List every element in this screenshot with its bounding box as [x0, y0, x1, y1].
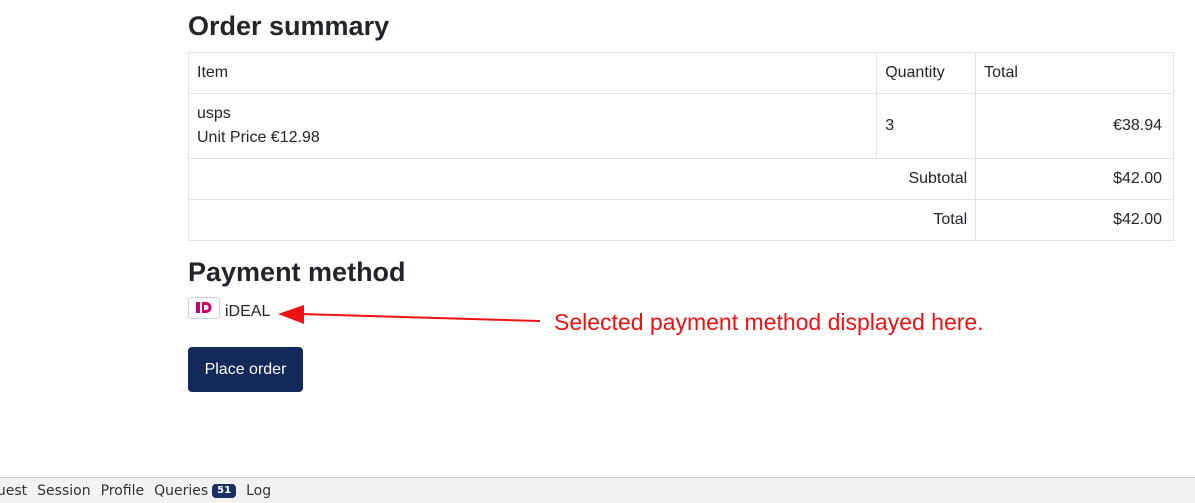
place-order-button[interactable]: Place order	[188, 347, 303, 392]
debug-tab-log[interactable]: Log	[246, 483, 271, 499]
debug-tab-session[interactable]: Session	[37, 483, 90, 499]
debug-toolbar: quest Session Profile Queries 51 Log	[0, 477, 1195, 503]
checkout-page: Order summary Item Quantity Total usps U…	[0, 0, 1195, 503]
queries-count-badge: 51	[212, 483, 237, 498]
annotation-arrow-icon	[278, 305, 541, 324]
debug-tab-queries[interactable]: Queries 51	[154, 482, 237, 499]
debug-tab-profile[interactable]: Profile	[101, 483, 145, 499]
debug-tab-queries-label: Queries	[154, 482, 209, 499]
debug-tab-request[interactable]: quest	[0, 483, 27, 499]
annotation-text: Selected payment method displayed here.	[554, 309, 984, 335]
